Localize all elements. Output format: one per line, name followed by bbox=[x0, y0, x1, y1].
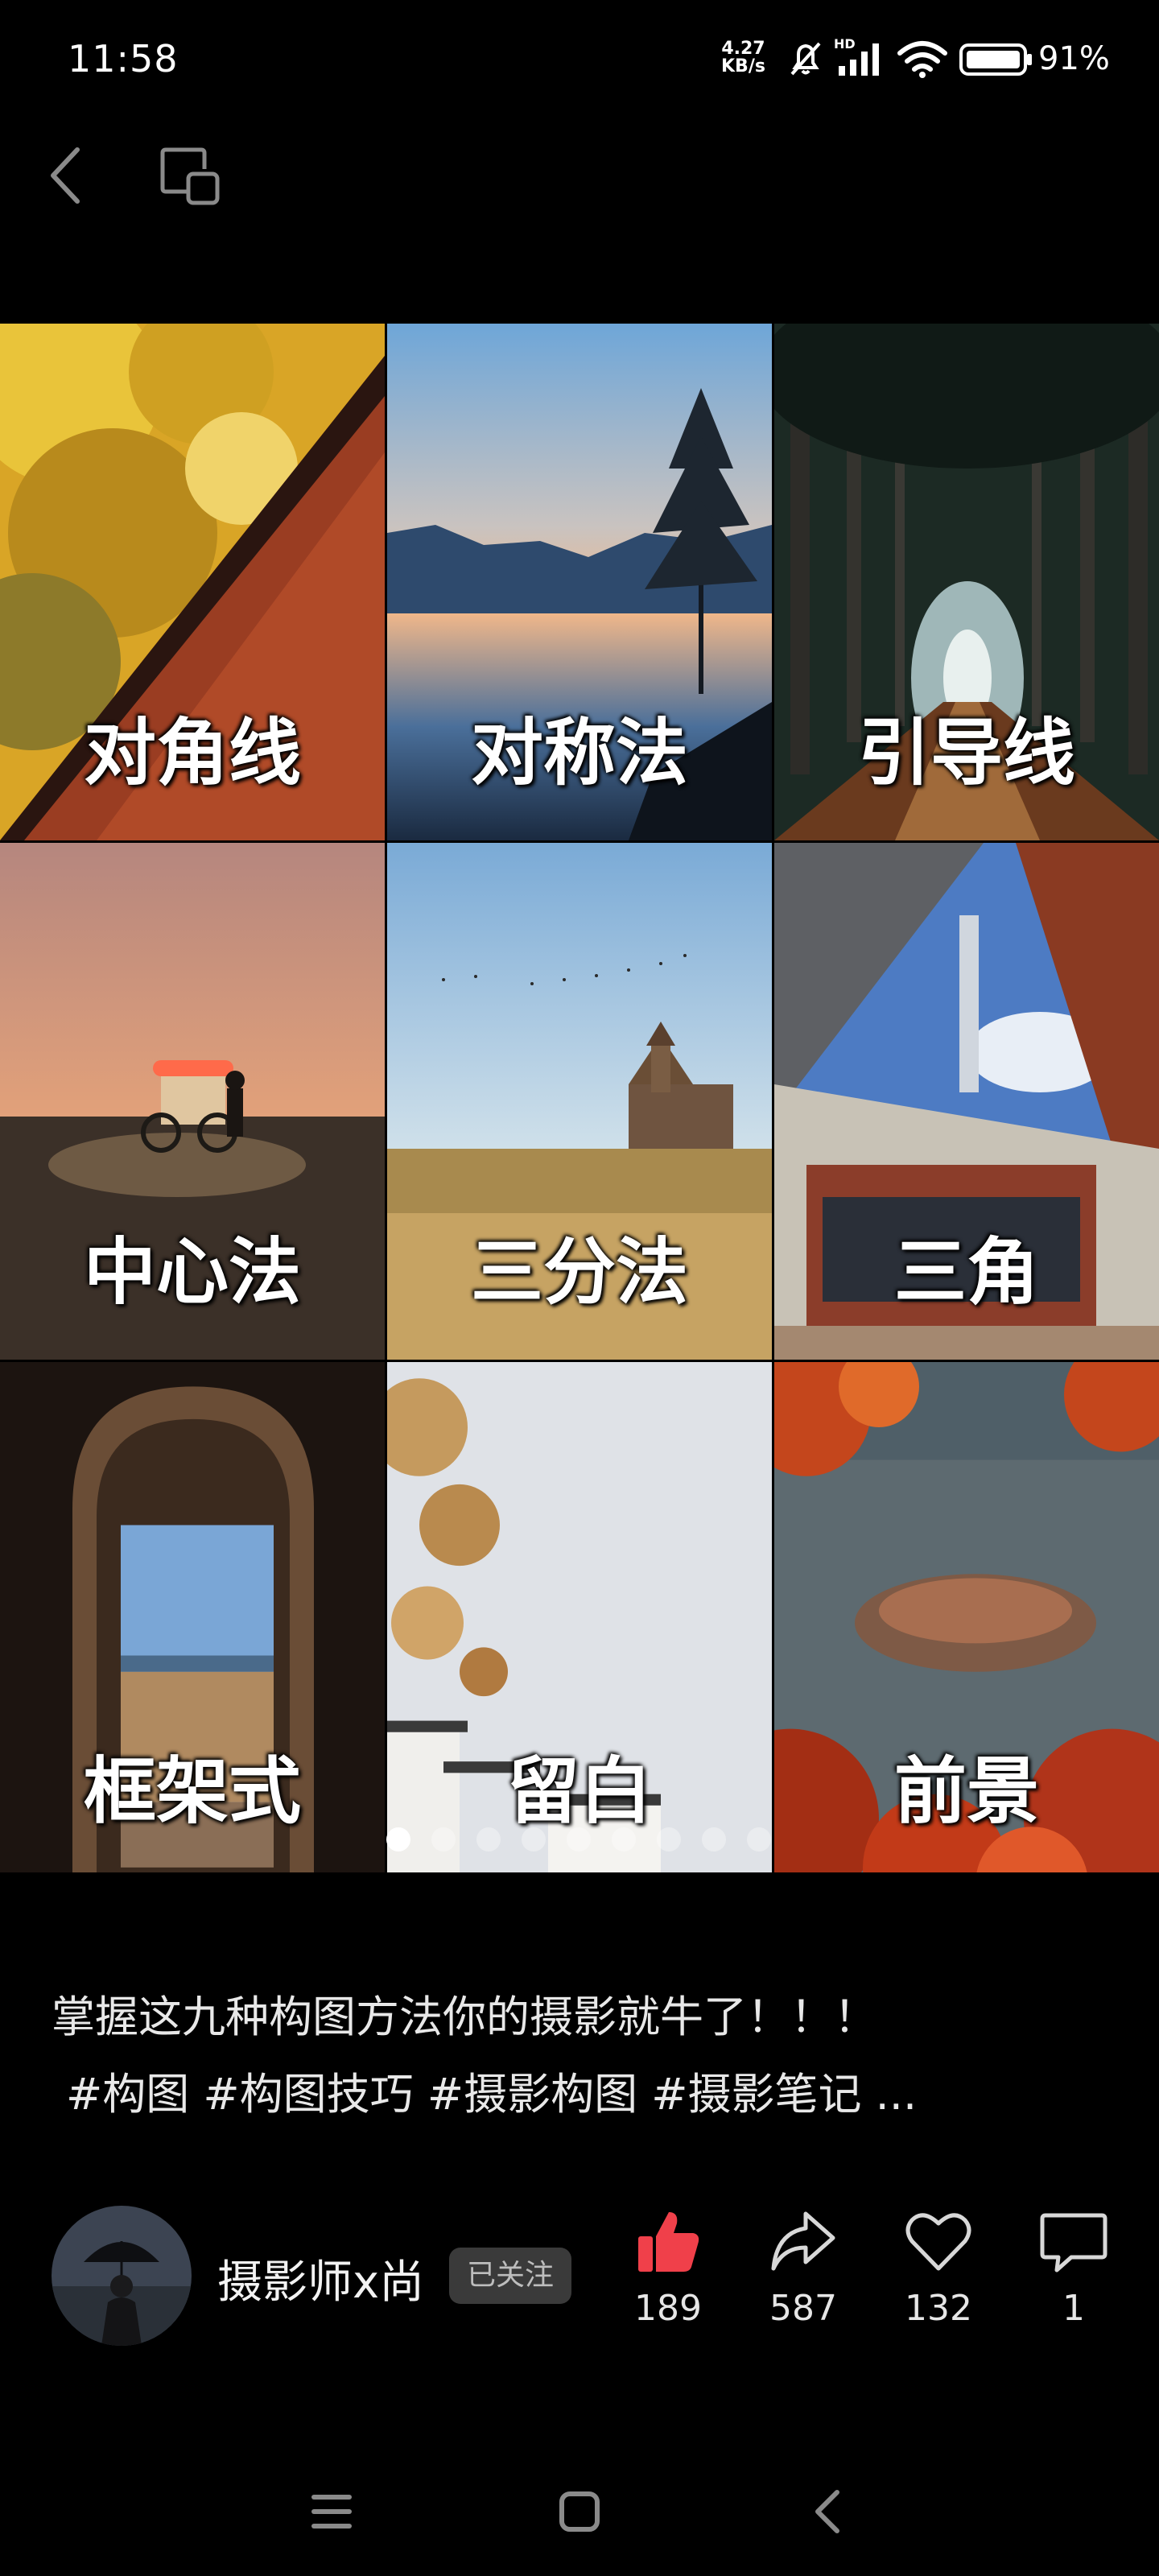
gallery-tile-center[interactable]: 中心法 bbox=[0, 843, 385, 1360]
share-arrow-icon bbox=[771, 2211, 835, 2271]
page-dot[interactable] bbox=[747, 1827, 771, 1852]
gallery-tile-negative-space[interactable]: 留白 bbox=[387, 1362, 772, 1872]
like-button[interactable]: 189 bbox=[612, 2206, 724, 2329]
page-dot[interactable] bbox=[431, 1827, 456, 1852]
tile-label: 前景 bbox=[894, 1749, 1039, 1834]
gallery-pagination bbox=[385, 1827, 771, 1860]
recent-apps-button[interactable] bbox=[283, 2463, 380, 2560]
gallery-tile-triangle[interactable]: 三角 bbox=[774, 843, 1159, 1360]
comment-bubble-icon bbox=[1040, 2213, 1107, 2273]
tile-label: 引导线 bbox=[858, 711, 1075, 795]
gallery-tile-frame[interactable]: 框架式 bbox=[0, 1362, 385, 1872]
system-back-button[interactable] bbox=[781, 2463, 877, 2560]
page-dot[interactable] bbox=[522, 1827, 546, 1852]
page-dot[interactable] bbox=[476, 1827, 501, 1852]
caption-text: 掌握这九种构图方法你的摄影就牛了！！！ bbox=[52, 1992, 877, 2042]
tile-label: 三分法 bbox=[471, 1230, 688, 1315]
tile-label: 对角线 bbox=[84, 711, 301, 795]
share-button[interactable]: 587 bbox=[747, 2206, 860, 2329]
wifi-icon bbox=[897, 39, 948, 82]
author-avatar[interactable] bbox=[52, 2206, 192, 2346]
tile-label: 框架式 bbox=[84, 1749, 301, 1834]
share-count: 587 bbox=[769, 2288, 837, 2329]
image-gallery[interactable]: 对角线 对称法 引导线 中心法 三分法 三角 框架式 留白 前景 bbox=[0, 324, 1159, 1872]
like-count: 189 bbox=[634, 2288, 702, 2329]
gallery-tile-foreground[interactable]: 前景 bbox=[774, 1362, 1159, 1872]
gallery-tile-diagonal[interactable]: 对角线 bbox=[0, 324, 385, 840]
tile-label: 三角 bbox=[894, 1230, 1039, 1315]
post-caption[interactable]: 掌握这九种构图方法你的摄影就牛了！！！ #构图 #构图技巧 #摄影构图 #摄影笔… bbox=[52, 1979, 1098, 2133]
menu-lines-icon bbox=[311, 2495, 352, 2529]
thumbs-up-icon bbox=[638, 2212, 699, 2272]
status-bar: 11:58 4.27 KB/s HD 91% bbox=[0, 0, 1159, 121]
home-square-icon bbox=[559, 2491, 600, 2532]
chevron-left-icon bbox=[51, 147, 80, 204]
system-navigation-bar bbox=[0, 2463, 1159, 2560]
gallery-tile-rule-of-thirds[interactable]: 三分法 bbox=[387, 843, 772, 1360]
tile-label: 对称法 bbox=[471, 711, 688, 795]
network-speed-unit: KB/s bbox=[721, 56, 765, 76]
heart-icon bbox=[905, 2213, 971, 2271]
favorite-count: 132 bbox=[905, 2288, 972, 2329]
tile-label: 中心法 bbox=[84, 1230, 301, 1315]
page-dot[interactable] bbox=[657, 1827, 681, 1852]
comment-button[interactable]: 1 bbox=[1017, 2206, 1130, 2329]
page-dot[interactable] bbox=[386, 1827, 410, 1852]
network-speed-value: 4.27 bbox=[721, 39, 765, 59]
picture-in-picture-icon bbox=[160, 147, 220, 205]
tile-label: 留白 bbox=[507, 1749, 652, 1834]
gallery-tile-leading-lines[interactable]: 引导线 bbox=[774, 324, 1159, 840]
follow-button[interactable]: 已关注 bbox=[449, 2248, 571, 2304]
back-button[interactable] bbox=[47, 145, 82, 206]
page-dot[interactable] bbox=[702, 1827, 726, 1852]
battery-icon bbox=[959, 43, 1033, 79]
gallery-tile-symmetry[interactable]: 对称法 bbox=[387, 324, 772, 840]
network-speed: 4.27 KB/s bbox=[721, 40, 765, 76]
caption-hashtags[interactable]: #构图 #构图技巧 #摄影构图 #摄影笔记 ... bbox=[52, 2056, 1098, 2133]
page-dot[interactable] bbox=[612, 1827, 636, 1852]
hd-label: HD bbox=[834, 36, 856, 52]
comment-count: 1 bbox=[1062, 2288, 1085, 2329]
home-button[interactable] bbox=[531, 2463, 628, 2560]
chevron-left-icon bbox=[815, 2490, 839, 2533]
status-time: 11:58 bbox=[68, 37, 179, 80]
favorite-button[interactable]: 132 bbox=[882, 2206, 995, 2329]
signal-icon: HD bbox=[834, 35, 890, 82]
battery-percent: 91% bbox=[1038, 40, 1110, 77]
picture-in-picture-button[interactable] bbox=[158, 145, 222, 209]
author-name[interactable]: 摄影师x尚 bbox=[217, 2246, 424, 2311]
mute-bell-icon bbox=[786, 39, 826, 82]
page-dot[interactable] bbox=[567, 1827, 591, 1852]
